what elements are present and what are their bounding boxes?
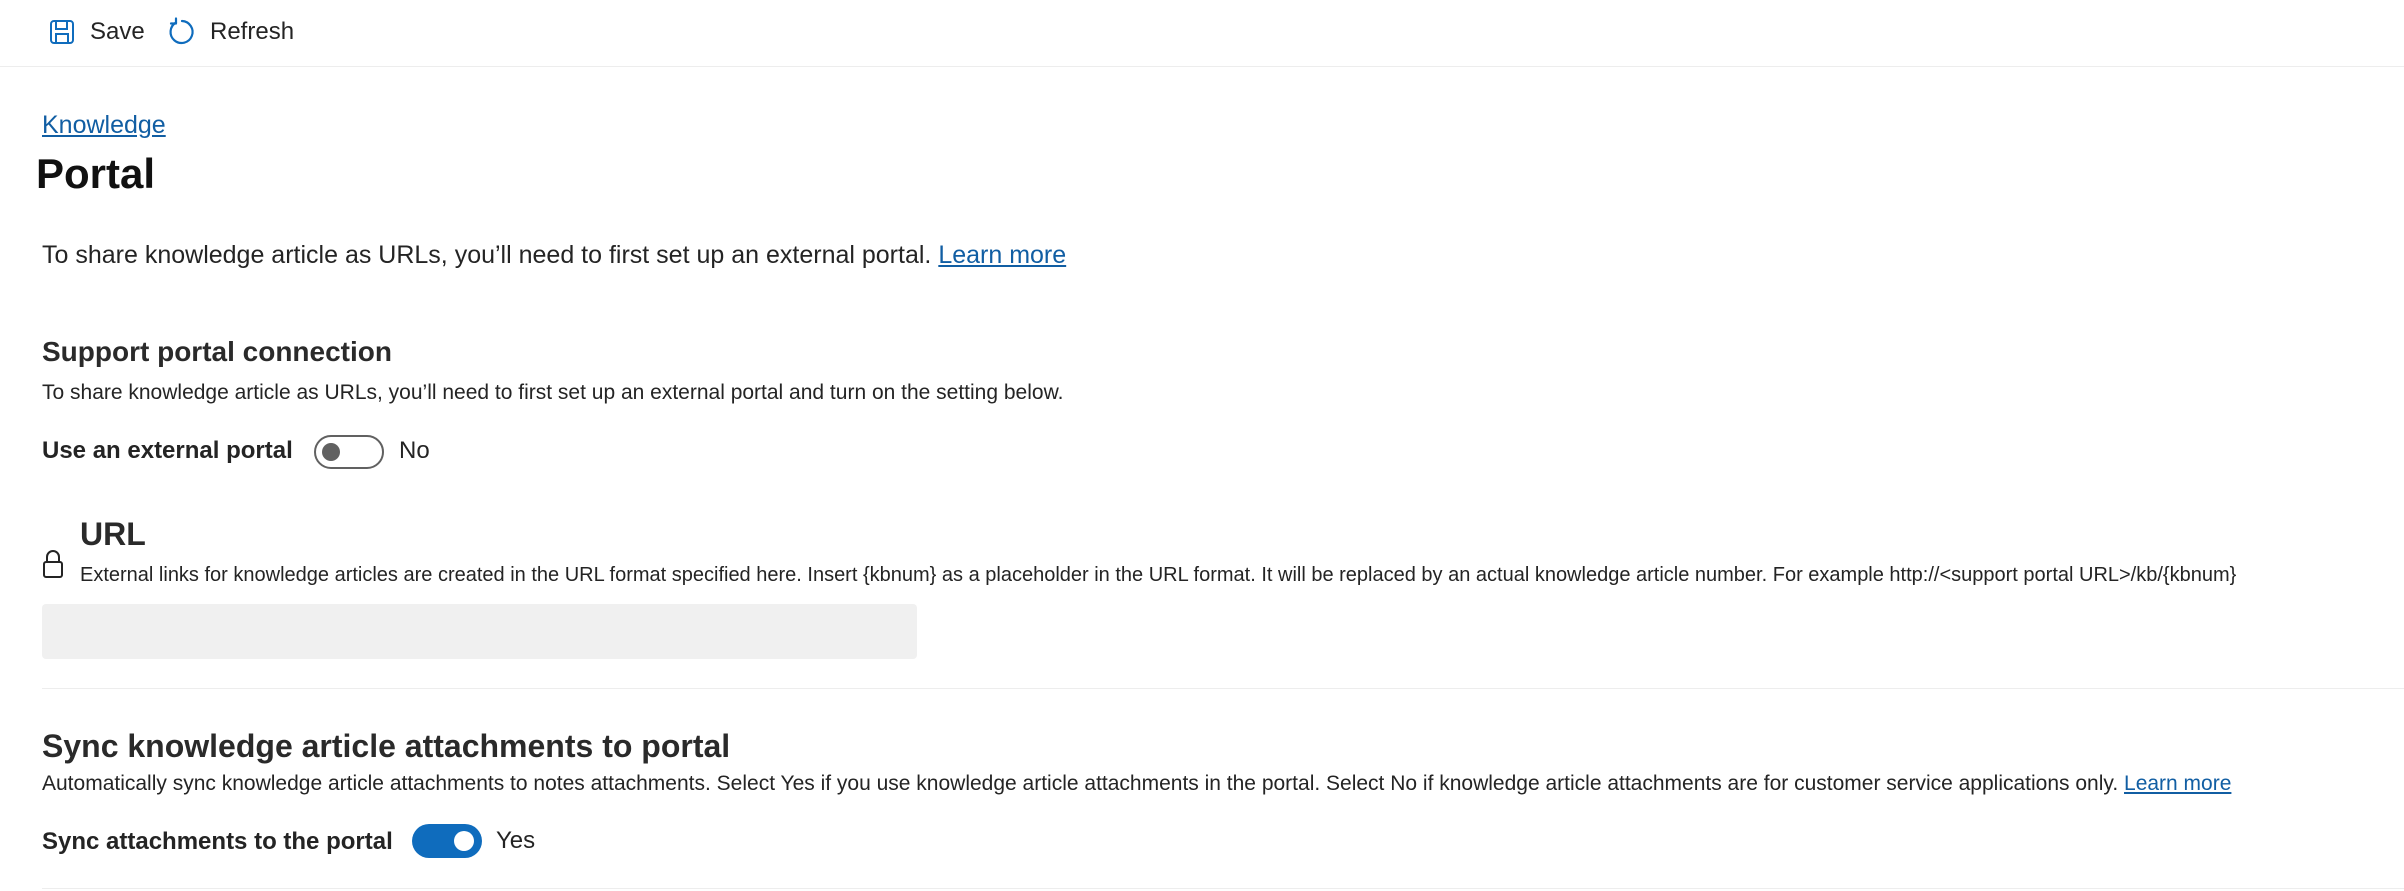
refresh-button[interactable]: Refresh bbox=[166, 14, 294, 50]
toggle-knob bbox=[454, 831, 474, 851]
support-portal-section-title: Support portal connection bbox=[42, 336, 392, 367]
sync-learn-more-link[interactable]: Learn more bbox=[2124, 772, 2231, 795]
intro-learn-more-link[interactable]: Learn more bbox=[938, 241, 1066, 269]
lock-icon bbox=[42, 549, 64, 579]
save-button[interactable]: Save bbox=[46, 14, 145, 50]
sync-attachments-toggle[interactable] bbox=[412, 824, 482, 858]
sync-attachments-toggle-label: Sync attachments to the portal bbox=[42, 828, 393, 855]
external-portal-toggle-state: No bbox=[399, 437, 430, 464]
sync-attachments-section-title: Sync knowledge article attachments to po… bbox=[42, 728, 731, 764]
breadcrumb-knowledge-link[interactable]: Knowledge bbox=[42, 111, 166, 140]
url-field-description: External links for knowledge articles ar… bbox=[80, 564, 2237, 586]
refresh-label: Refresh bbox=[210, 18, 295, 45]
sync-attachments-description-row: Automatically sync knowledge article att… bbox=[42, 772, 2231, 796]
section-divider bbox=[42, 688, 2404, 689]
intro-text-row: To share knowledge article as URLs, you’… bbox=[42, 241, 1066, 270]
sync-attachments-description: Automatically sync knowledge article att… bbox=[42, 772, 2119, 795]
intro-text: To share knowledge article as URLs, you’… bbox=[42, 241, 932, 269]
url-field-title: URL bbox=[80, 516, 146, 552]
floppy-disk-icon bbox=[46, 16, 78, 48]
portal-settings-page: Save Refresh Knowledge Portal To share k… bbox=[0, 0, 2404, 891]
url-input[interactable] bbox=[42, 604, 917, 659]
external-portal-toggle[interactable] bbox=[314, 435, 384, 469]
command-bar: Save Refresh bbox=[0, 0, 2404, 67]
toggle-knob bbox=[322, 443, 340, 461]
refresh-icon bbox=[166, 16, 198, 48]
page-title: Portal bbox=[36, 150, 156, 197]
save-label: Save bbox=[90, 18, 145, 45]
external-portal-toggle-label: Use an external portal bbox=[42, 437, 293, 464]
section-divider bbox=[42, 888, 2404, 889]
sync-attachments-toggle-state: Yes bbox=[496, 827, 536, 854]
support-portal-description: To share knowledge article as URLs, you’… bbox=[42, 381, 1064, 404]
